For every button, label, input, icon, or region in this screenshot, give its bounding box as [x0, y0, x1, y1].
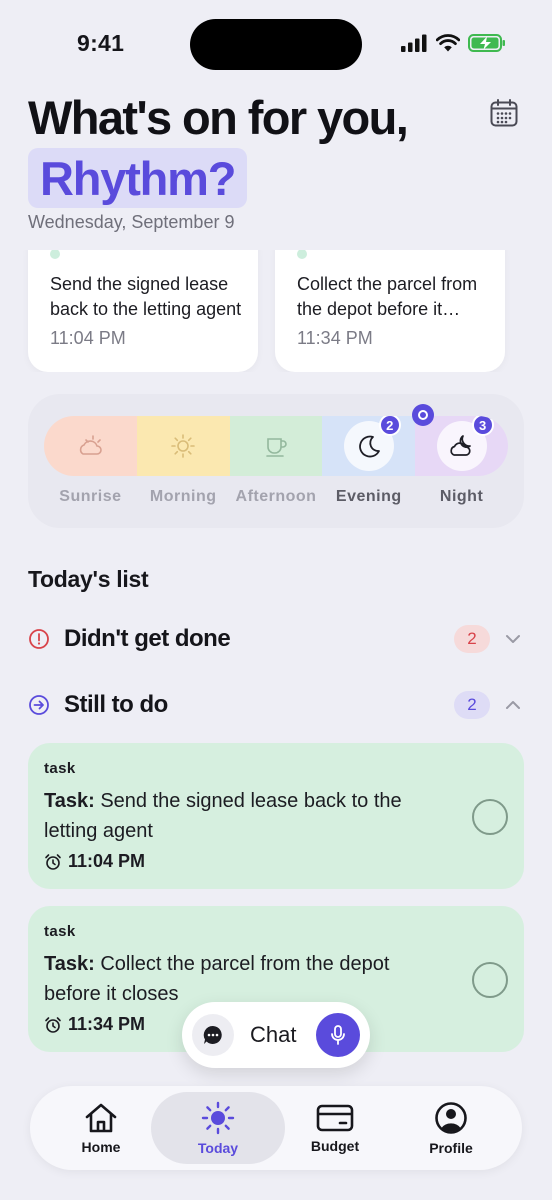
upcoming-card[interactable]: Send the signed lease back to the lettin…: [28, 250, 258, 372]
task-prefix: Task:: [44, 790, 95, 812]
evening-active-circle: 2: [343, 416, 401, 471]
task-time: 11:04 PM: [44, 851, 145, 872]
segment-sunrise[interactable]: [44, 416, 137, 476]
tab-home[interactable]: Home: [34, 1092, 168, 1164]
tab-profile[interactable]: Profile: [384, 1092, 518, 1164]
tab-label: Home: [81, 1138, 121, 1155]
card-title: Collect the parcel from the depot before…: [297, 274, 478, 319]
status-dot: [297, 250, 307, 259]
task-title: Task: Collect the parcel from the depot …: [44, 949, 444, 1009]
card-time: 11:34 PM: [297, 328, 373, 348]
label-night: Night: [439, 488, 484, 505]
status-dot: [50, 250, 60, 259]
night-count-badge: 3: [471, 416, 494, 436]
segment-morning[interactable]: [136, 416, 230, 476]
todo-count-badge: 2: [454, 691, 490, 719]
current-date: Wednesday, September 9: [28, 212, 235, 232]
task-time: 11:34 PM: [44, 1014, 145, 1035]
chevron-up-icon: [506, 701, 520, 709]
card-icon: [316, 1104, 354, 1131]
chevron-down-icon: [506, 635, 520, 643]
status-time: 9:41: [77, 30, 125, 56]
list-title: Today's list: [28, 566, 149, 592]
tab-budget[interactable]: Budget: [268, 1092, 402, 1164]
label-afternoon: Afternoon: [235, 488, 317, 505]
tab-today[interactable]: Today: [151, 1092, 285, 1164]
task-kind: task: [44, 923, 76, 940]
alert-circle-icon: [29, 629, 49, 649]
task-kind: task: [44, 760, 76, 777]
user-name-highlight: Rhythm?: [28, 148, 248, 208]
current-time-marker: [412, 404, 434, 426]
section-label: Still to do: [64, 691, 168, 718]
segment-evening[interactable]: 2: [322, 416, 416, 476]
evening-count-badge: 2: [378, 416, 401, 436]
arrow-circle-icon: [29, 695, 49, 715]
battery-icon: [468, 34, 505, 52]
status-icons: [400, 34, 506, 52]
chat-bubble-icon: [203, 1025, 222, 1044]
tab-label: Today: [197, 1139, 239, 1156]
task-title: Task: Send the signed lease back to the …: [44, 786, 444, 846]
chat-button[interactable]: Chat: [182, 1002, 370, 1068]
segment-afternoon[interactable]: [229, 416, 323, 476]
task-card[interactable]: task Task: Send the signed lease back to…: [28, 743, 524, 889]
sunrise-icon: [80, 435, 103, 455]
tab-label: Budget: [310, 1137, 360, 1154]
label-evening: Evening: [335, 488, 402, 505]
label-morning: Morning: [149, 488, 217, 505]
profile-icon: [435, 1101, 467, 1134]
sun-icon: [201, 1101, 235, 1134]
calendar-icon: [490, 99, 518, 127]
upcoming-cards: Send the signed lease back to the lettin…: [0, 250, 552, 372]
task-time-value: 11:04 PM: [68, 851, 146, 871]
chat-bubble: [192, 1014, 234, 1056]
night-active-circle: 3: [436, 416, 494, 471]
time-of-day-labels: Sunrise Morning Afternoon Evening Night: [44, 488, 508, 506]
microphone-icon: [331, 1025, 345, 1045]
cup-icon: [266, 438, 287, 457]
cloud-moon-icon: [449, 435, 471, 456]
time-of-day-bar: 2 3: [44, 416, 508, 476]
label-sunrise: Sunrise: [59, 488, 122, 505]
complete-checkbox[interactable]: [472, 962, 508, 998]
signal-icon: [401, 34, 427, 52]
card-time: 11:04 PM: [50, 328, 126, 348]
dynamic-island: [190, 19, 362, 70]
tab-bar: Home Today Budget Profile: [30, 1086, 522, 1170]
moon-icon: [358, 435, 380, 458]
segment-night[interactable]: 3: [415, 416, 508, 476]
task-text: Collect the parcel from the depot before…: [44, 953, 390, 1005]
calendar-button[interactable]: [489, 98, 519, 128]
section-overdue[interactable]: Didn't get done 2: [28, 619, 524, 659]
page-title: What's on for you,: [28, 91, 409, 144]
upcoming-card[interactable]: Collect the parcel from the depot before…: [275, 250, 505, 372]
task-text: Send the signed lease back to the lettin…: [44, 790, 402, 842]
overdue-count-badge: 2: [454, 625, 490, 653]
card-title: Send the signed lease back to the lettin…: [50, 274, 242, 319]
alarm-clock-icon: [45, 1016, 61, 1033]
task-time-value: 11:34 PM: [68, 1014, 146, 1034]
section-label: Didn't get done: [64, 625, 231, 652]
wifi-icon: [436, 34, 460, 52]
user-name: Rhythm?: [40, 151, 236, 205]
task-prefix: Task:: [44, 953, 95, 975]
alarm-clock-icon: [45, 853, 61, 870]
complete-checkbox[interactable]: [472, 799, 508, 835]
voice-button[interactable]: [316, 1013, 360, 1057]
section-todo[interactable]: Still to do 2: [28, 685, 524, 725]
tab-label: Profile: [429, 1139, 473, 1156]
chat-label: Chat: [250, 1022, 297, 1047]
sun-icon: [171, 434, 195, 458]
home-icon: [85, 1103, 117, 1132]
